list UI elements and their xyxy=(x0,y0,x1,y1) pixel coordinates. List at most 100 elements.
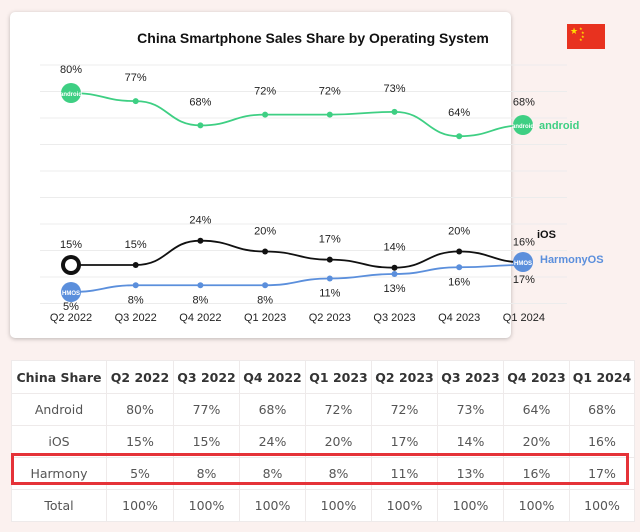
table-cell: 100% xyxy=(173,489,240,522)
table-cell: 17% xyxy=(569,457,635,490)
table-cell: 100% xyxy=(305,489,372,522)
data-label: 16% xyxy=(448,276,470,288)
data-label: 72% xyxy=(254,86,276,98)
data-label: 68% xyxy=(513,96,535,108)
svg-text:★: ★ xyxy=(579,37,583,42)
data-label: 68% xyxy=(189,96,211,108)
table-cell: 100% xyxy=(371,489,438,522)
data-point xyxy=(197,282,204,289)
data-point xyxy=(262,248,269,255)
chart-title: China Smartphone Sales Share by Operatin… xyxy=(137,30,489,46)
table-header-cell: Q4 2023 xyxy=(503,360,570,394)
table-cell: 20% xyxy=(503,425,570,458)
data-label: 8% xyxy=(192,294,208,306)
data-point xyxy=(132,262,139,268)
legend-android: android xyxy=(539,120,579,132)
x-tick-label: Q4 2023 xyxy=(438,312,480,324)
share-table: China Share Q2 2022 Q3 2022 Q4 2022 Q1 2023 Q… xyxy=(11,360,635,522)
hmos-logo-icon-glyph: HMOS xyxy=(514,261,532,267)
data-label: 17% xyxy=(319,234,341,246)
table-header-cell: Q2 2023 xyxy=(371,360,438,394)
data-label: 64% xyxy=(448,107,470,119)
table-cell: 11% xyxy=(371,457,438,490)
x-tick-label: Q2 2022 xyxy=(50,312,92,324)
table-cell: 5% xyxy=(106,457,174,490)
data-point xyxy=(262,282,269,289)
row-label: Total xyxy=(11,489,107,522)
data-label: 13% xyxy=(383,283,405,295)
x-tick-label: Q3 2023 xyxy=(373,312,415,324)
android-logo-icon-glyph: android xyxy=(60,92,82,98)
data-label: 17% xyxy=(513,274,535,286)
table-cell: 72% xyxy=(371,393,438,426)
data-label: 80% xyxy=(60,64,82,76)
data-point xyxy=(391,264,398,271)
legend-ios: iOS xyxy=(537,229,556,241)
apple-glyph xyxy=(65,259,77,271)
table-cell: 100% xyxy=(503,489,570,522)
data-label: 20% xyxy=(254,226,276,238)
x-tick-label: Q2 2023 xyxy=(309,312,351,324)
data-point xyxy=(326,111,333,118)
table-cell: 13% xyxy=(437,457,504,490)
table-row-harmony: Harmony 5% 8% 8% 8% 11% 13% 16% 17% xyxy=(11,457,635,490)
x-tick-label: Q4 2022 xyxy=(179,312,221,324)
table-cell: 16% xyxy=(569,425,635,458)
table-header-cell: Q4 2022 xyxy=(239,360,306,394)
chart-card: China Smartphone Sales Share by Operatin… xyxy=(10,12,604,338)
table-cell: 100% xyxy=(106,489,174,522)
table-cell: 8% xyxy=(239,457,306,490)
data-label: 14% xyxy=(383,242,405,254)
android-logo-icon-glyph: android xyxy=(512,124,534,130)
data-point xyxy=(132,98,139,105)
table-cell: 100% xyxy=(437,489,504,522)
table-cell: 15% xyxy=(106,425,174,458)
data-point xyxy=(456,264,463,271)
row-label: iOS xyxy=(11,425,107,458)
table-header-cell: Q2 2022 xyxy=(106,360,174,394)
data-point xyxy=(456,133,463,140)
table-row-ios: iOS 15% 15% 24% 20% 17% 14% 20% 16% xyxy=(11,425,635,458)
data-label: 15% xyxy=(60,239,82,251)
data-label: 72% xyxy=(319,86,341,98)
table-cell: 16% xyxy=(503,457,570,490)
data-point xyxy=(197,237,204,244)
data-label: 73% xyxy=(383,83,405,95)
table-cell: 100% xyxy=(569,489,635,522)
data-label: 11% xyxy=(319,288,340,300)
table-cell: 68% xyxy=(239,393,306,426)
row-label: Android xyxy=(11,393,107,426)
data-point xyxy=(391,108,398,115)
hmos-logo-icon-glyph: HMOS xyxy=(62,291,80,297)
table-cell: 64% xyxy=(503,393,570,426)
data-label: 16% xyxy=(513,236,535,248)
data-label: 77% xyxy=(125,72,147,84)
x-tick-label: Q3 2022 xyxy=(115,312,157,324)
china-flag-icon: ★ ★ ★ ★ ★ xyxy=(567,24,605,49)
data-label: 20% xyxy=(448,226,470,238)
table-header-cell: Q1 2024 xyxy=(569,360,635,394)
table-cell: 72% xyxy=(305,393,372,426)
data-label: 8% xyxy=(128,294,144,306)
data-point xyxy=(262,111,269,118)
table-cell: 68% xyxy=(569,393,635,426)
svg-text:★: ★ xyxy=(570,26,578,36)
table-cell: 14% xyxy=(437,425,504,458)
table-cell: 8% xyxy=(173,457,240,490)
table-header-cell: China Share xyxy=(11,360,107,394)
row-label: Harmony xyxy=(11,457,107,490)
data-point xyxy=(326,256,333,263)
data-point xyxy=(456,248,463,255)
data-point xyxy=(326,275,333,282)
data-label: 15% xyxy=(125,239,147,251)
x-tick-label: Q1 2023 xyxy=(244,312,286,324)
table-cell: 17% xyxy=(371,425,438,458)
table-row-total: Total 100% 100% 100% 100% 100% 100% 100% 100% xyxy=(11,489,635,522)
table-row-android: Android 80% 77% 68% 72% 72% 73% 64% 68% xyxy=(11,393,635,426)
table-cell: 77% xyxy=(173,393,240,426)
data-point xyxy=(391,271,398,277)
table-cell: 80% xyxy=(106,393,174,426)
table-cell: 73% xyxy=(437,393,504,426)
data-label: 24% xyxy=(189,215,211,227)
table-cell: 8% xyxy=(305,457,372,490)
